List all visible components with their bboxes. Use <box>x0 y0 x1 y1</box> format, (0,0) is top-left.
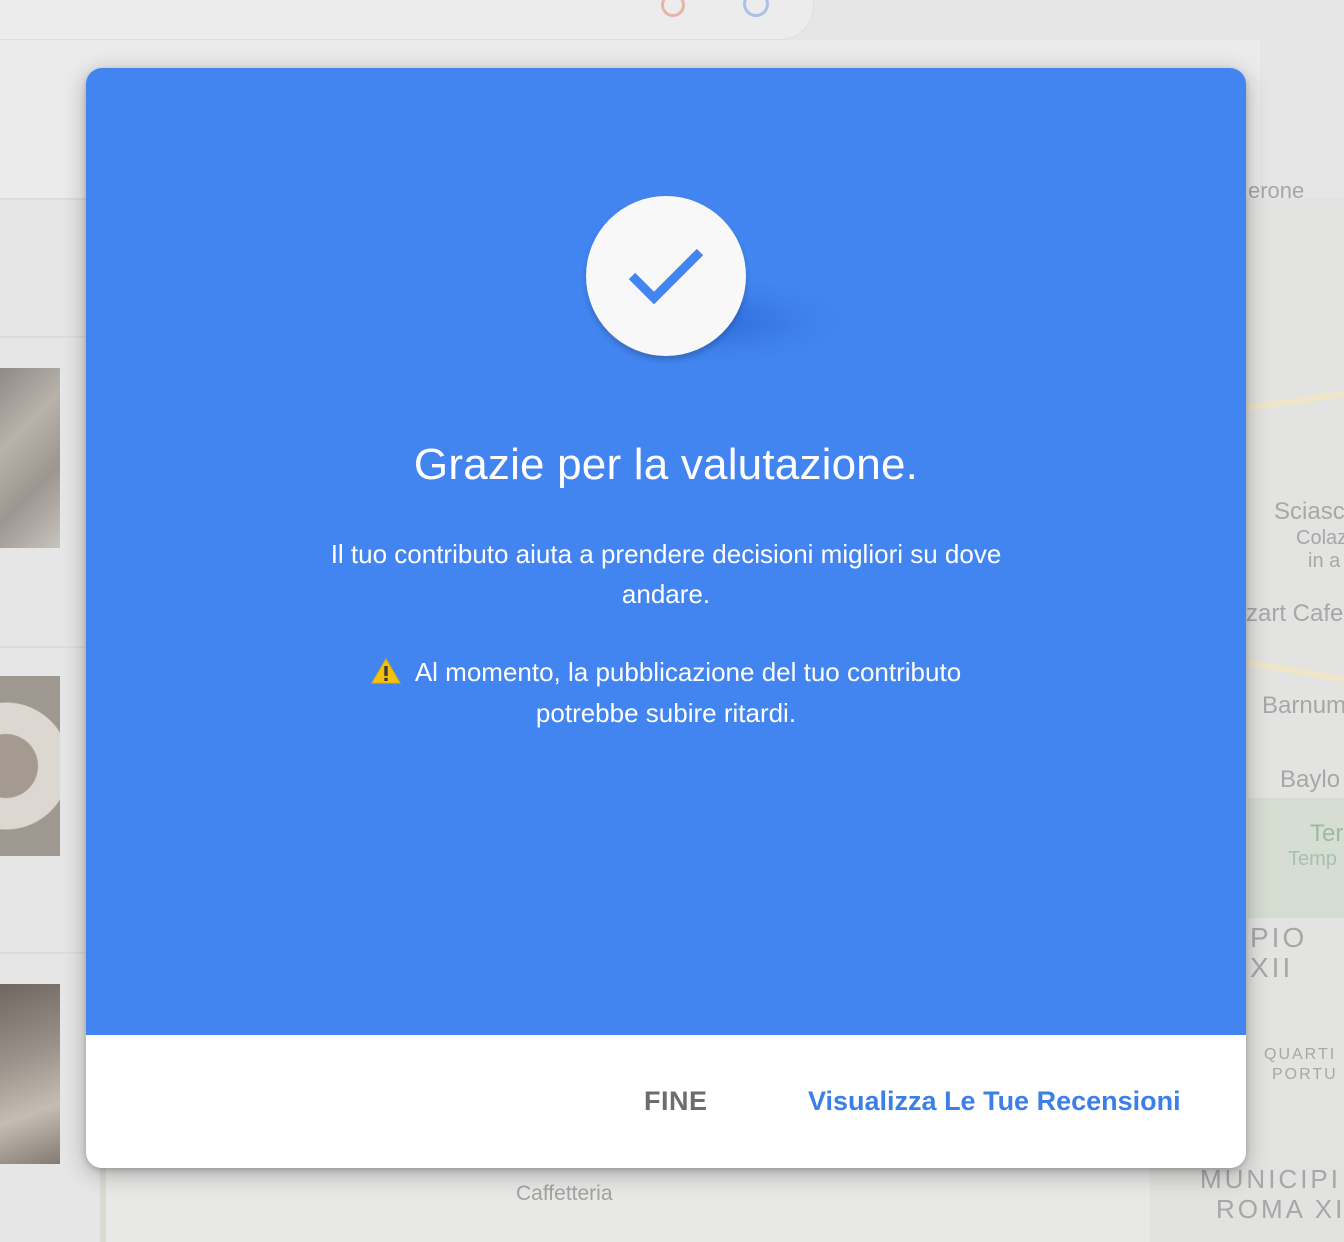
map-label: Barnum <box>1262 692 1344 719</box>
map-label: erone <box>1248 178 1305 203</box>
background-photo-thumbnail <box>0 984 60 1164</box>
map-label: Sciasc <box>1274 498 1344 525</box>
background-photo-thumbnail <box>0 368 60 548</box>
map-label: Temp <box>1288 848 1337 870</box>
warning-icon <box>370 658 401 684</box>
map-label: zart Cafe <box>1246 600 1344 627</box>
dialog-subtitle: Il tuo contributo aiuta a prendere decis… <box>330 539 1002 609</box>
dialog-hero: Grazie per la valutazione. Il tuo contri… <box>86 68 1246 1035</box>
place-category-label: Caffetteria <box>516 1182 613 1205</box>
search-icon <box>743 0 769 17</box>
dialog-actions: FINE Visualizza Le Tue Recensioni <box>86 1035 1246 1168</box>
background-photo-thumbnail <box>0 676 60 856</box>
map-road <box>1246 659 1344 683</box>
done-button[interactable]: FINE <box>644 1035 708 1168</box>
map-label: Ter <box>1310 820 1344 847</box>
delay-warning: Al momento, la pubblicazione del tuo con… <box>326 652 1006 734</box>
dialog-title: Grazie per la valutazione. <box>413 440 919 489</box>
review-confirmation-dialog: Grazie per la valutazione. Il tuo contri… <box>86 68 1246 1168</box>
background-divider <box>0 952 90 954</box>
map-label: ROMA XI <box>1216 1194 1344 1224</box>
background-map <box>1246 198 1344 1242</box>
view-reviews-button[interactable]: Visualizza Le Tue Recensioni <box>808 1035 1181 1168</box>
success-badge <box>586 196 746 356</box>
background-search-box <box>0 0 814 40</box>
map-label: QUARTI <box>1264 1046 1337 1063</box>
background-divider <box>0 646 90 648</box>
map-label: Colaz <box>1296 527 1344 549</box>
map-road <box>1246 391 1344 411</box>
background-map-bottom <box>100 1168 1156 1242</box>
map-label: in a <box>1308 550 1341 572</box>
background-divider <box>0 336 90 338</box>
map-label: XII <box>1250 952 1294 983</box>
pin-icon <box>661 0 685 17</box>
warning-text: Al momento, la pubblicazione del tuo con… <box>414 657 962 728</box>
map-label: Baylo <box>1280 766 1341 793</box>
map-label: PORTU <box>1272 1066 1338 1083</box>
map-label: PIO <box>1250 922 1308 953</box>
map-label: MUNICIPI <box>1200 1164 1341 1194</box>
check-icon <box>628 248 704 305</box>
